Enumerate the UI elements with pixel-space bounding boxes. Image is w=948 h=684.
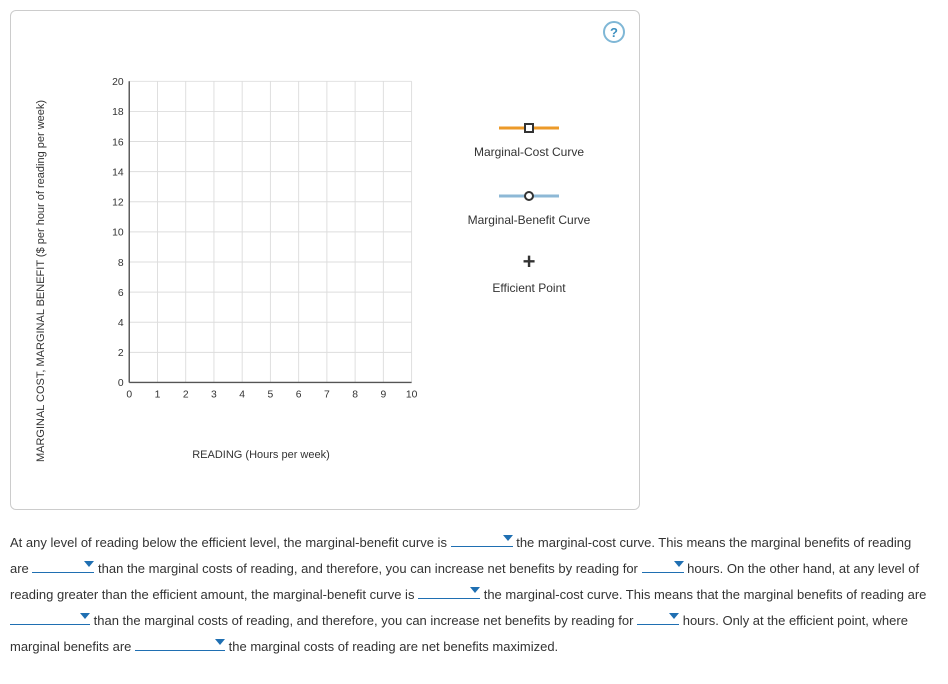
blank-dropdown-3[interactable] — [642, 557, 684, 573]
plus-icon: + — [499, 257, 559, 271]
svg-text:10: 10 — [112, 228, 124, 239]
text-segment: the marginal costs of reading are net be… — [229, 639, 559, 654]
question-text: At any level of reading below the effici… — [10, 530, 930, 660]
svg-text:20: 20 — [112, 77, 124, 88]
legend-item-mc[interactable]: Marginal-Cost Curve — [454, 121, 604, 159]
svg-text:3: 3 — [211, 390, 217, 401]
svg-text:9: 9 — [380, 390, 386, 401]
svg-text:0: 0 — [126, 390, 132, 401]
svg-text:4: 4 — [118, 318, 124, 329]
svg-text:1: 1 — [155, 390, 161, 401]
svg-text:8: 8 — [118, 258, 124, 269]
svg-text:10: 10 — [406, 390, 418, 401]
svg-text:14: 14 — [112, 167, 124, 178]
svg-text:12: 12 — [112, 198, 124, 209]
svg-text:0: 0 — [118, 378, 124, 389]
square-icon — [499, 121, 559, 135]
blank-dropdown-5[interactable] — [10, 609, 90, 625]
blank-dropdown-4[interactable] — [418, 583, 480, 599]
svg-text:2: 2 — [118, 348, 124, 359]
text-segment: the marginal-cost curve. This means that… — [484, 587, 927, 602]
blank-dropdown-2[interactable] — [32, 557, 94, 573]
text-segment: than the marginal costs of reading, and … — [98, 561, 638, 576]
legend-label: Marginal-Benefit Curve — [468, 213, 591, 227]
chart-panel: ? MARGINAL COST, MARGINAL BENEFIT ($ per… — [10, 10, 640, 510]
blank-dropdown-6[interactable] — [637, 609, 679, 625]
y-axis-label: MARGINAL COST, MARGINAL BENEFIT ($ per h… — [35, 100, 47, 462]
svg-text:7: 7 — [324, 390, 330, 401]
svg-text:2: 2 — [183, 390, 189, 401]
svg-text:6: 6 — [296, 390, 302, 401]
legend-item-eff[interactable]: + Efficient Point — [454, 257, 604, 295]
legend-label: Marginal-Cost Curve — [474, 145, 584, 159]
svg-text:8: 8 — [352, 390, 358, 401]
svg-text:18: 18 — [112, 107, 124, 118]
legend-label: Efficient Point — [492, 281, 565, 295]
legend: Marginal-Cost Curve Marginal-Benefit Cur… — [454, 121, 604, 325]
legend-item-mb[interactable]: Marginal-Benefit Curve — [454, 189, 604, 227]
text-segment: At any level of reading below the effici… — [10, 535, 447, 550]
blank-dropdown-7[interactable] — [135, 635, 225, 651]
blank-dropdown-1[interactable] — [451, 531, 513, 547]
svg-text:16: 16 — [112, 137, 124, 148]
chart-svg: 012345678910 02468101214161820 — [101, 71, 421, 421]
svg-text:5: 5 — [268, 390, 274, 401]
x-axis-label: READING (Hours per week) — [192, 449, 330, 461]
text-segment: than the marginal costs of reading, and … — [94, 613, 634, 628]
chart-area: MARGINAL COST, MARGINAL BENEFIT ($ per h… — [41, 71, 441, 491]
help-button[interactable]: ? — [603, 21, 625, 43]
svg-text:6: 6 — [118, 288, 124, 299]
circle-icon — [499, 189, 559, 203]
svg-text:4: 4 — [239, 390, 245, 401]
plot-box[interactable]: 012345678910 02468101214161820 — [101, 71, 421, 421]
